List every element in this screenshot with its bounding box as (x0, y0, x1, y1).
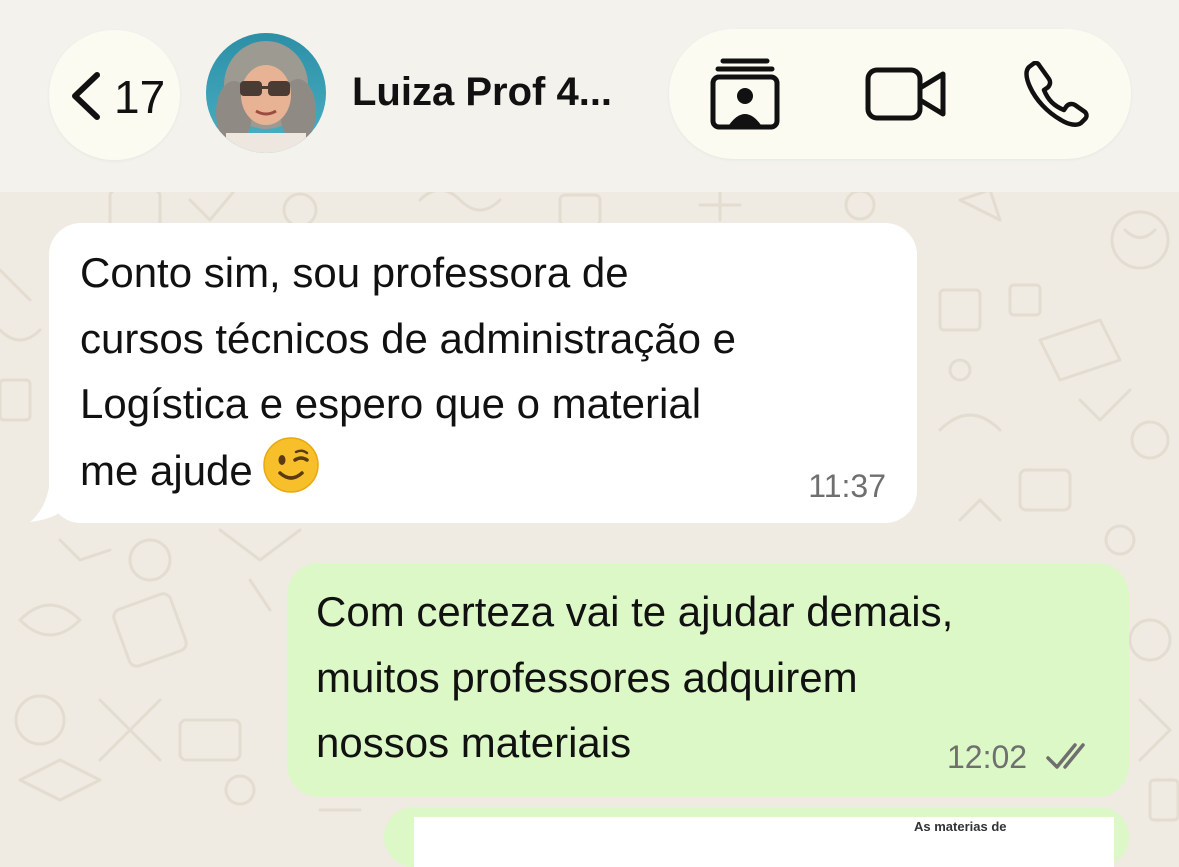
message-timestamp: 12:02 (947, 739, 1028, 775)
chat-header: 17 Luiza Prof 4... (0, 0, 1179, 192)
outgoing-media-bubble[interactable]: As materias de (384, 807, 1129, 867)
incoming-message-bubble[interactable]: Conto sim, sou professora de cursos técn… (49, 223, 917, 523)
unread-count: 17 (114, 71, 166, 123)
voice-call-button[interactable] (1011, 53, 1101, 135)
double-check-icon (1046, 743, 1085, 769)
call-actions-group (669, 29, 1131, 159)
chevron-left-icon (72, 72, 100, 120)
outgoing-message-bubble[interactable]: Com certeza vai te ajudar demais, muitos… (287, 563, 1129, 797)
contact-card-icon (710, 58, 780, 130)
back-button[interactable]: 17 (49, 30, 180, 160)
phone-icon (1024, 61, 1089, 127)
contact-card-button[interactable] (700, 53, 790, 135)
contact-name[interactable]: Luiza Prof 4... (352, 70, 612, 115)
avatar[interactable] (206, 33, 326, 153)
media-caption: As materias de (914, 819, 1007, 834)
winking-face-emoji (263, 436, 319, 493)
video-call-button[interactable] (861, 53, 951, 135)
message-text: Conto sim, sou professora de cursos técn… (80, 249, 736, 494)
video-camera-icon (865, 67, 946, 121)
message-timestamp: 11:37 (808, 468, 886, 504)
